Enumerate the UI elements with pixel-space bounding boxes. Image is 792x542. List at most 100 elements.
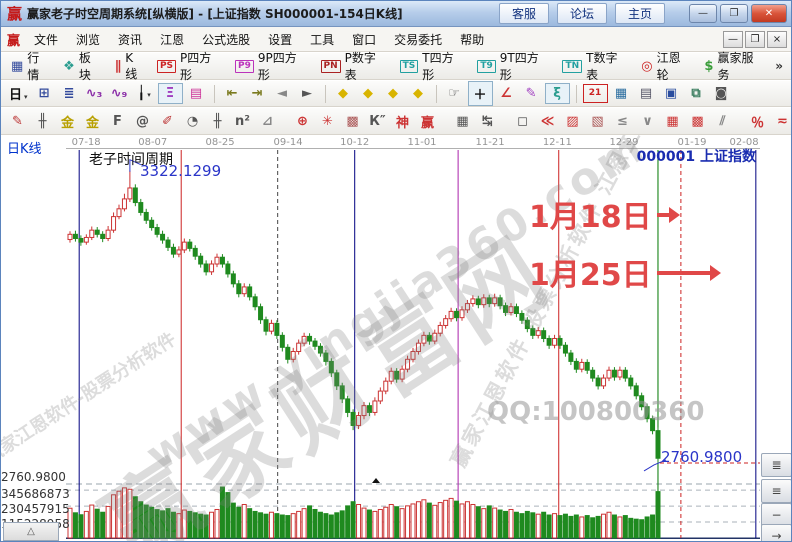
customer-service-button[interactable]: 客服 bbox=[499, 3, 549, 24]
next-icon[interactable]: ► bbox=[296, 84, 319, 103]
volume-bar bbox=[482, 509, 486, 538]
last-page-icon[interactable]: ⇥ bbox=[246, 84, 269, 103]
draw-tool-icon[interactable]: ✎ bbox=[520, 84, 543, 103]
volume-bar bbox=[182, 510, 186, 538]
prev-icon[interactable]: ◄ bbox=[271, 84, 294, 103]
angle-tool-icon[interactable]: ∠ bbox=[495, 84, 518, 103]
hand-tool-icon[interactable]: ☞ bbox=[443, 84, 466, 103]
fib-ruler-icon[interactable]: F bbox=[106, 112, 129, 131]
note-panel-icon[interactable]: ≣ bbox=[58, 84, 81, 103]
gold-section2-icon[interactable]: 金 bbox=[81, 110, 104, 133]
window-grid-icon[interactable]: ⊞ bbox=[33, 84, 56, 103]
homepage-button[interactable]: 主页 bbox=[615, 3, 665, 24]
diamond-center-icon[interactable]: ◆ bbox=[407, 84, 430, 103]
spiral-tool-icon[interactable]: @ bbox=[131, 112, 154, 131]
star-tool-icon[interactable]: ✳ bbox=[316, 112, 339, 131]
ruler-tool-icon[interactable]: ╫ bbox=[31, 112, 54, 131]
kline-zoom-3-button[interactable]: ≣ bbox=[761, 453, 791, 477]
date-tick-label: 11-21 bbox=[476, 137, 505, 148]
gann-wheel-button[interactable]: ◎江恩轮 bbox=[635, 47, 698, 85]
protractor-icon[interactable]: ⊿ bbox=[256, 112, 279, 131]
shen-ruler-icon[interactable]: 神 bbox=[391, 110, 414, 133]
grid-tool-icon[interactable]: ▦ bbox=[661, 112, 684, 131]
candle-style-dropdown[interactable]: ╽▾ bbox=[133, 84, 156, 103]
save-icon[interactable]: ▣ bbox=[660, 84, 683, 103]
calendar-icon[interactable]: 21 bbox=[583, 84, 608, 103]
brain-icon[interactable]: ξ bbox=[545, 83, 570, 104]
width-measure-icon[interactable]: ↹ bbox=[476, 112, 499, 131]
toolbar-overflow-button[interactable]: » bbox=[771, 59, 787, 73]
volume-bar bbox=[226, 493, 230, 538]
v-lines-icon[interactable]: ∨ bbox=[636, 112, 659, 131]
wave-9-icon[interactable]: ∿₉ bbox=[108, 84, 131, 103]
candle bbox=[128, 188, 132, 199]
percent-retrace-icon[interactable]: ％ bbox=[746, 110, 769, 133]
annotation-jan25: 1月25日 bbox=[529, 250, 712, 294]
toolbar-separator bbox=[436, 85, 437, 103]
frame-tool-icon[interactable]: ◻ bbox=[511, 112, 534, 131]
ts-badge-icon: TS bbox=[400, 60, 419, 73]
diamond-expand-icon[interactable]: ◆ bbox=[382, 84, 405, 103]
gann-box-icon[interactable]: ▨ bbox=[561, 112, 584, 131]
wave-3-icon[interactable]: ∿₃ bbox=[83, 84, 106, 103]
9t-square-button[interactable]: T99T四方形 bbox=[471, 47, 556, 85]
p-square-button[interactable]: PSP四方形 bbox=[151, 47, 229, 85]
p-number-table-button[interactable]: PNP数字表 bbox=[315, 47, 394, 85]
calculator-icon[interactable]: ▦ bbox=[610, 84, 633, 103]
camera-icon[interactable]: ◙ bbox=[710, 84, 733, 103]
crosshair-tool-icon[interactable]: ＋ bbox=[468, 81, 493, 106]
mdi-minimize-button[interactable]: — bbox=[723, 31, 743, 48]
date-tick-label: 12-29 bbox=[609, 137, 638, 148]
mdi-close-button[interactable]: × bbox=[767, 31, 787, 48]
gold-section-icon[interactable]: 金 bbox=[56, 110, 79, 133]
cycle-circle-icon[interactable]: ◔ bbox=[181, 112, 204, 131]
grid-box-icon[interactable]: ▩ bbox=[686, 112, 709, 131]
sectors-button[interactable]: ❖板块 bbox=[57, 47, 109, 85]
candle bbox=[73, 234, 77, 238]
expand-pane-button[interactable]: △ bbox=[3, 522, 59, 541]
t-square-button[interactable]: TST四方形 bbox=[394, 47, 472, 85]
period-day-dropdown[interactable]: 日▾ bbox=[6, 82, 31, 105]
fan-lines-icon[interactable]: ≪ bbox=[536, 112, 559, 131]
n2-ruler-icon[interactable]: n² bbox=[231, 112, 254, 131]
minimize-button[interactable]: — bbox=[689, 4, 717, 23]
titlebar[interactable]: 赢 赢家老子时空周期系统[纵横版] - [上证指数 SH000001-154日K… bbox=[1, 1, 791, 27]
marker-tool-icon[interactable]: ✐ bbox=[156, 112, 179, 131]
mdi-controls: —❐× bbox=[723, 31, 787, 48]
count-ruler-icon[interactable]: ▦ bbox=[451, 112, 474, 131]
kline-zoom-2-button[interactable]: ≡ bbox=[761, 479, 791, 503]
ying-ruler-icon[interactable]: 赢 bbox=[416, 110, 439, 133]
close-button[interactable]: ✕ bbox=[751, 4, 787, 23]
volume-bar bbox=[596, 516, 600, 538]
first-page-icon[interactable]: ⇤ bbox=[221, 84, 244, 103]
pane-splitter-marker[interactable] bbox=[372, 478, 380, 483]
notebook-icon[interactable]: ▤ bbox=[635, 84, 658, 103]
angle-fan-icon[interactable]: ≤ bbox=[611, 112, 634, 131]
gann-target-icon[interactable]: ⊕ bbox=[291, 112, 314, 131]
grid-target-icon[interactable]: ▩ bbox=[341, 112, 364, 131]
mdi-restore-button[interactable]: ❐ bbox=[745, 31, 765, 48]
9p-square-button[interactable]: P99P四方形 bbox=[229, 47, 314, 85]
kline-pan-right-button[interactable]: → bbox=[761, 524, 791, 541]
chip-distribution-icon[interactable]: Ξ bbox=[158, 83, 183, 104]
candle bbox=[427, 335, 431, 341]
restore-button[interactable]: ❐ bbox=[720, 4, 748, 23]
shade-box-icon[interactable]: ▧ bbox=[586, 112, 609, 131]
volume-bar bbox=[264, 514, 268, 538]
percent-lines-icon[interactable]: ≂ bbox=[771, 112, 792, 131]
kmark-tool-icon[interactable]: К″ bbox=[366, 112, 389, 131]
color-chart-icon[interactable]: ▤ bbox=[185, 84, 208, 103]
menu-item-资讯[interactable]: 资讯 bbox=[109, 28, 151, 51]
winner-service-button[interactable]: $赢家服务 bbox=[698, 47, 771, 85]
brush-tool-icon[interactable]: ✎ bbox=[6, 112, 29, 131]
date-tick-label: 11-01 bbox=[407, 137, 436, 148]
diamond-right-icon[interactable]: ◆ bbox=[357, 84, 380, 103]
ruler2-tool-icon[interactable]: ╫ bbox=[206, 112, 229, 131]
forum-button[interactable]: 论坛 bbox=[557, 3, 607, 24]
t-number-table-button[interactable]: TNT数字表 bbox=[556, 47, 635, 85]
parallel-lines-icon[interactable]: ⫽ bbox=[711, 112, 734, 131]
images-icon[interactable]: ⧉ bbox=[685, 84, 708, 103]
diamond-left-icon[interactable]: ◆ bbox=[332, 84, 355, 103]
market-quotes-button[interactable]: ▦行情 bbox=[5, 47, 57, 85]
kline-button[interactable]: ∥K线 bbox=[109, 49, 151, 84]
